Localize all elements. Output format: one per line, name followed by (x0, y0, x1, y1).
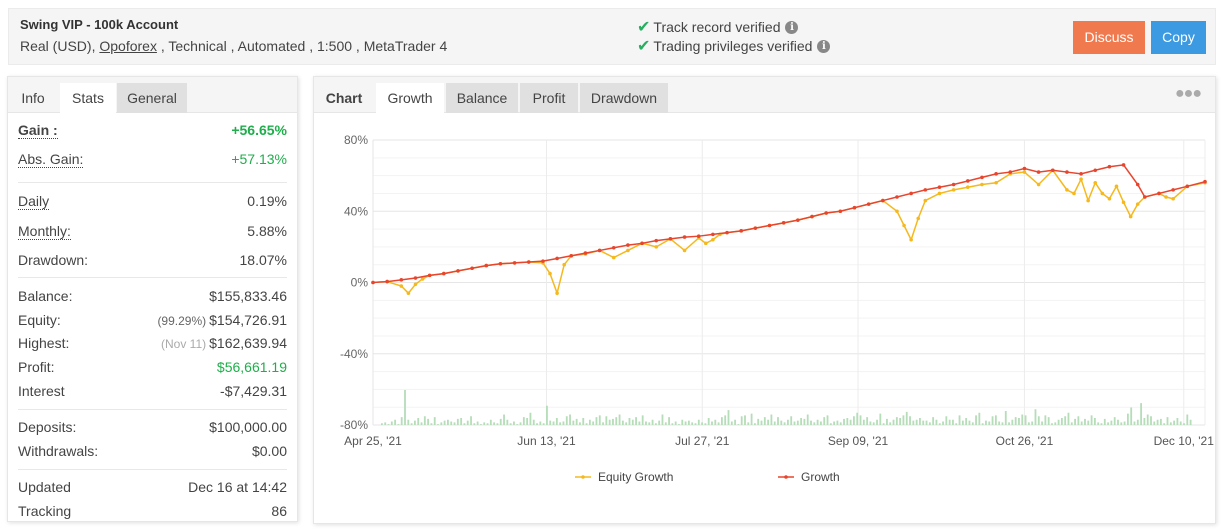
verification-label: Track record verified (653, 19, 781, 35)
ellipsis-icon[interactable]: ●●● (1175, 85, 1202, 103)
stats-panel: Info Stats General Gain : +56.65% Abs. G… (7, 76, 298, 522)
stat-withdrawals: Withdrawals: $0.00 (18, 443, 287, 459)
account-type: Real (USD), (20, 38, 100, 54)
stat-profit: Profit: $56,661.19 (18, 359, 287, 375)
stat-value: 18.07% (239, 252, 287, 268)
discuss-button[interactable]: Discuss (1073, 21, 1145, 54)
stat-label[interactable]: Abs. Gain: (18, 151, 84, 168)
stats-tabbar: Info Stats General (8, 77, 297, 113)
stat-value: 5.88% (247, 223, 287, 239)
stat-balance: Balance: $155,833.46 (18, 288, 287, 304)
stat-equity: Equity: (99.29%) $154,726.91 (18, 312, 287, 328)
account-header: Swing VIP - 100k Account Real (USD), Opo… (8, 8, 1216, 65)
stat-value: Dec 16 at 14:42 (188, 479, 287, 495)
copy-button[interactable]: Copy (1151, 21, 1206, 54)
highest-date: (Nov 11) (161, 337, 207, 351)
stat-label: Deposits: (18, 419, 77, 435)
stat-updated: Updated Dec 16 at 14:42 (18, 479, 287, 495)
equity-percent: (99.29%) (157, 314, 207, 328)
stat-label: Tracking (18, 503, 72, 519)
stat-daily: Daily 0.19% (18, 193, 287, 210)
stat-label: Withdrawals: (18, 443, 99, 459)
divider (18, 277, 287, 278)
stat-value: $56,661.19 (216, 359, 287, 375)
divider (18, 469, 287, 470)
stat-value: $100,000.00 (209, 419, 287, 435)
stat-gain: Gain : +56.65% (18, 122, 287, 139)
stat-deposits: Deposits: $100,000.00 (18, 419, 287, 435)
stat-drawdown: Drawdown: 18.07% (18, 252, 287, 268)
stat-value: +56.65% (231, 122, 287, 138)
info-icon[interactable]: i (817, 39, 831, 53)
stat-label[interactable]: Monthly: (18, 223, 71, 240)
stat-value: 86 (271, 503, 287, 519)
stat-interest: Interest -$7,429.31 (18, 383, 287, 399)
stat-value: $155,833.46 (209, 288, 287, 304)
stat-label: Balance: (18, 288, 73, 304)
stat-abs-gain: Abs. Gain: +57.13% (18, 151, 287, 168)
broker-link[interactable]: Opoforex (99, 38, 157, 54)
stat-label: Interest (18, 383, 65, 399)
stat-value: 0.19% (247, 193, 287, 209)
verification-label: Trading privileges verified (653, 38, 813, 54)
tab-info[interactable]: Info (8, 83, 58, 113)
check-icon: ✔ (637, 19, 651, 36)
tab-balance[interactable]: Balance (446, 83, 518, 113)
stat-label[interactable]: Daily (18, 193, 50, 210)
chart-panel: Chart Growth Balance Profit Drawdown ●●● (313, 76, 1216, 524)
stat-tracking: Tracking 86 (18, 503, 287, 519)
tab-drawdown[interactable]: Drawdown (580, 83, 668, 113)
account-subtitle: Real (USD), Opoforex , Technical , Autom… (20, 38, 447, 54)
check-icon: ✔ (637, 38, 651, 55)
account-details: , Technical , Automated , 1:500 , MetaTr… (156, 38, 448, 54)
chart-tabbar: Chart Growth Balance Profit Drawdown ●●● (314, 77, 1215, 113)
stat-value: $162,639.94 (209, 335, 287, 351)
divider (18, 182, 287, 183)
stat-value: $154,726.91 (209, 312, 287, 328)
stat-label[interactable]: Gain : (18, 122, 58, 139)
tab-stats[interactable]: Stats (60, 83, 116, 113)
stat-value: -$7,429.31 (220, 383, 287, 399)
tab-chart[interactable]: Chart (314, 83, 374, 113)
account-title: Swing VIP - 100k Account (20, 17, 179, 32)
tab-growth[interactable]: Growth (376, 83, 444, 113)
divider (18, 409, 287, 410)
track-record-verified: ✔ Track record verified i (637, 17, 799, 37)
stat-highest: Highest: (Nov 11) $162,639.94 (18, 335, 287, 351)
info-icon[interactable]: i (785, 20, 799, 34)
stat-label: Profit: (18, 359, 55, 375)
stat-label: Drawdown: (18, 252, 89, 268)
trading-privileges-verified: ✔ Trading privileges verified i (637, 36, 831, 56)
stat-value: $0.00 (251, 443, 287, 459)
tab-profit[interactable]: Profit (520, 83, 578, 113)
stat-value: +57.13% (231, 151, 287, 167)
stat-label: Equity: (18, 312, 61, 328)
tab-general[interactable]: General (117, 83, 187, 113)
stat-label: Highest: (18, 335, 70, 351)
stat-label: Updated (18, 479, 71, 495)
stat-monthly: Monthly: 5.88% (18, 223, 287, 240)
